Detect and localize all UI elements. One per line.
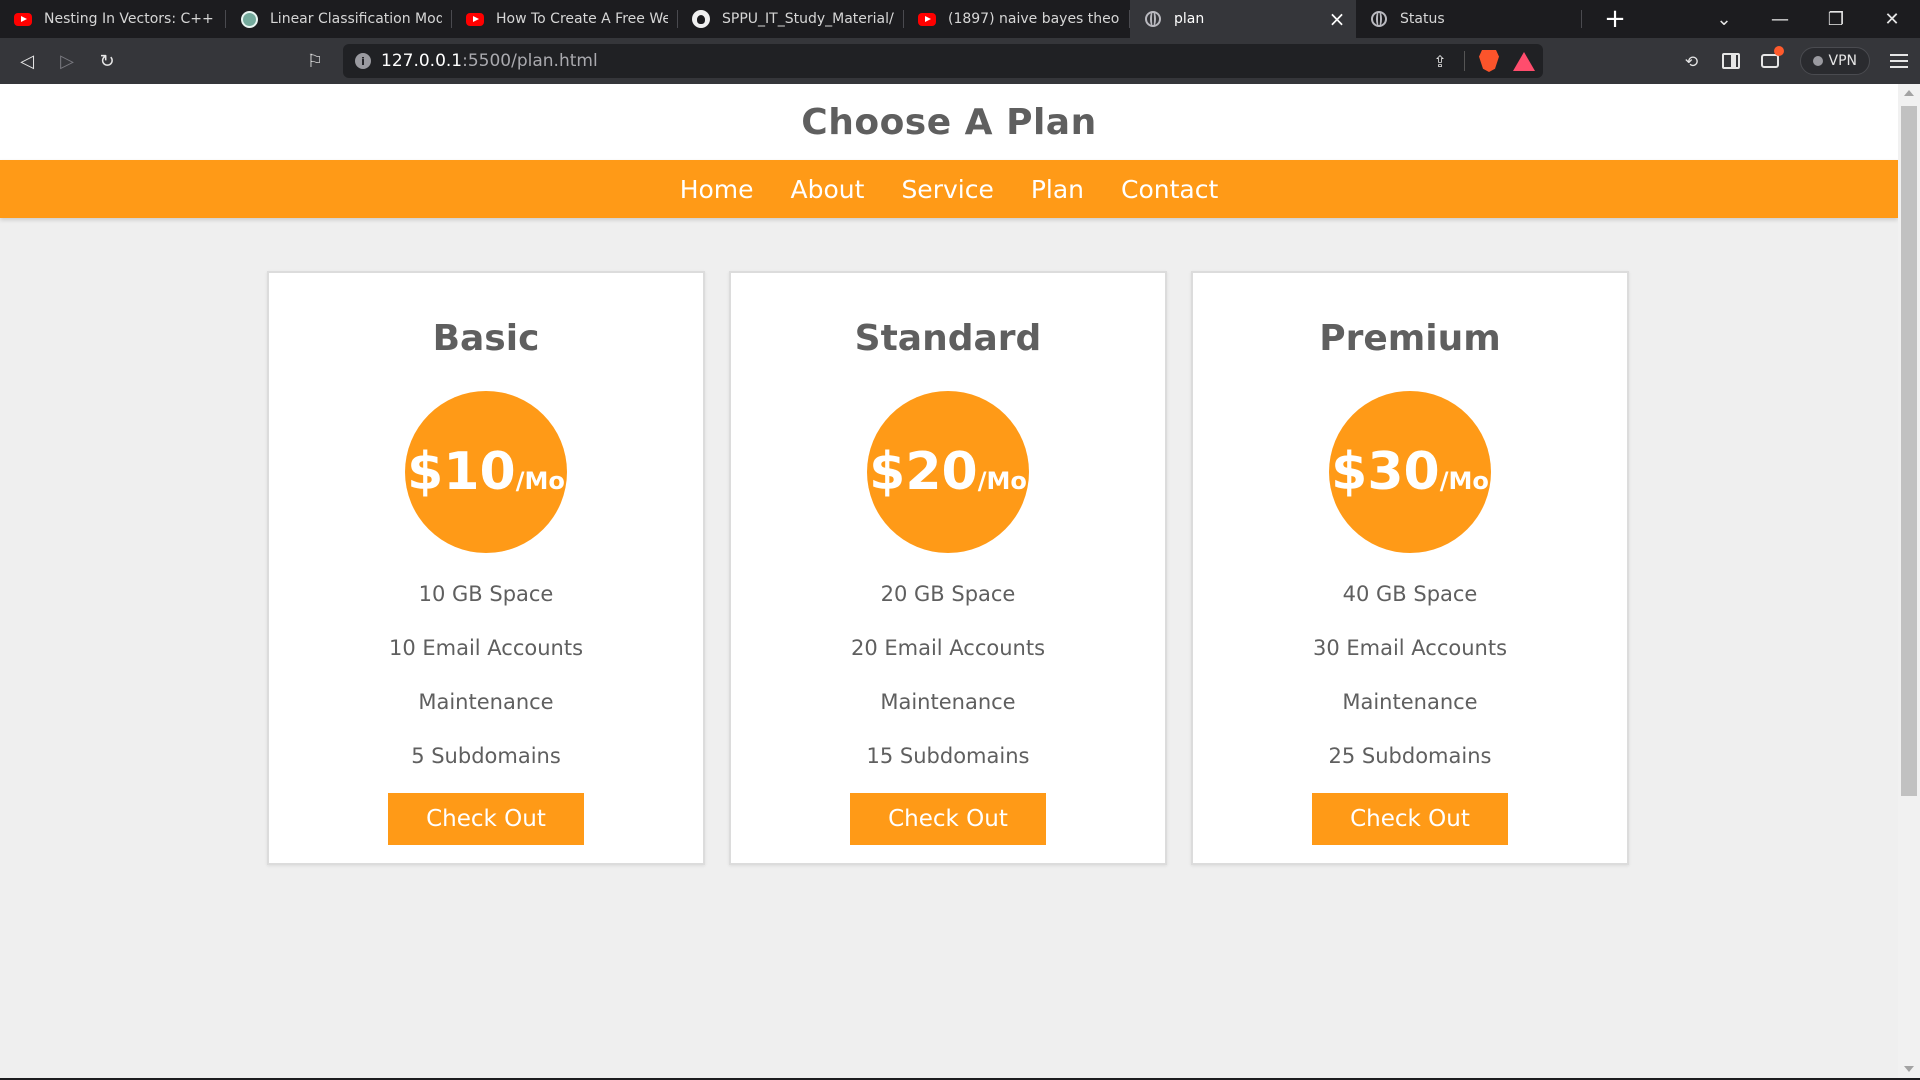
url-path: :5500/plan.html (462, 51, 598, 71)
sidebar-toggle-icon[interactable] (1721, 53, 1740, 69)
feature-item: 40 GB Space (1342, 582, 1478, 606)
price-unit: /Mo (1439, 467, 1489, 495)
price-badge: $20/Mo (867, 391, 1029, 553)
browser-tab[interactable]: Nesting In Vectors: C++ STL (0, 0, 226, 38)
menu-icon[interactable] (1890, 54, 1908, 68)
feature-item: Maintenance (1342, 690, 1478, 714)
feature-list: 20 GB Space 20 Email Accounts Maintenanc… (851, 567, 1045, 783)
bookmark-icon[interactable]: ⚐ (300, 46, 330, 76)
browser-tab[interactable]: Linear Classification Models (226, 0, 452, 38)
close-window-icon[interactable]: ✕ (1864, 0, 1920, 38)
page-viewport: Choose A Plan Home About Service Plan Co… (0, 84, 1898, 1078)
feature-list: 10 GB Space 10 Email Accounts Maintenanc… (389, 567, 583, 783)
page-title: Choose A Plan (801, 101, 1097, 143)
tab-title: Nesting In Vectors: C++ STL (44, 11, 216, 27)
browser-tab[interactable]: (1897) naive bayes theorem (904, 0, 1130, 38)
check-out-button[interactable]: Check Out (850, 793, 1046, 845)
check-out-button[interactable]: Check Out (388, 793, 584, 845)
leo-ai-icon[interactable]: ⟲ (1682, 51, 1702, 71)
share-icon[interactable]: ⇪ (1430, 51, 1450, 71)
site-info-icon[interactable]: i (355, 53, 371, 69)
scrollbar-thumb[interactable] (1901, 106, 1917, 796)
page-header: Choose A Plan (0, 84, 1898, 160)
feature-item: 20 GB Space (880, 582, 1016, 606)
new-tab-button[interactable]: + (1596, 0, 1634, 38)
reload-icon[interactable]: ↻ (92, 46, 122, 76)
browser-tab[interactable]: Status (1356, 0, 1582, 38)
plan-name: Standard (854, 318, 1042, 359)
vpn-button[interactable]: VPN (1799, 47, 1870, 75)
forward-icon[interactable]: ▷ (52, 46, 82, 76)
feature-item: 25 Subdomains (1328, 744, 1492, 768)
feature-item: 15 Subdomains (866, 744, 1030, 768)
price-unit: /Mo (515, 467, 565, 495)
plan-name: Basic (432, 318, 540, 359)
feature-item: 5 Subdomains (411, 744, 561, 768)
plan-card-standard: Standard $20/Mo 20 GB Space 20 Email Acc… (729, 271, 1167, 865)
feature-list: 40 GB Space 30 Email Accounts Maintenanc… (1313, 567, 1507, 783)
nav-link-plan[interactable]: Plan (1031, 175, 1084, 204)
tab-title: How To Create A Free Website (496, 11, 668, 27)
nav-link-service[interactable]: Service (901, 175, 993, 204)
notification-dot (1773, 46, 1784, 56)
check-out-button[interactable]: Check Out (1312, 793, 1508, 845)
tab-title: Linear Classification Models (270, 11, 442, 27)
globe-icon (1370, 10, 1388, 28)
vpn-status-icon (1812, 56, 1823, 66)
tab-list-chevron-icon[interactable]: ⌄ (1696, 0, 1752, 38)
price-badge: $30/Mo (1329, 391, 1491, 553)
browser-tab[interactable]: SPPU_IT_Study_Material/TE (678, 0, 904, 38)
browser-tab-strip: Nesting In Vectors: C++ STL Linear Class… (0, 0, 1920, 38)
feature-item: Maintenance (880, 690, 1016, 714)
close-tab-icon[interactable]: × (1328, 7, 1346, 31)
plan-card-premium: Premium $30/Mo 40 GB Space 30 Email Acco… (1191, 271, 1629, 865)
tab-title: (1897) naive bayes theorem (948, 11, 1120, 27)
github-icon (692, 10, 710, 28)
feature-item: 10 GB Space (418, 582, 554, 606)
back-icon[interactable]: ◁ (12, 46, 42, 76)
plan-card-basic: Basic $10/Mo 10 GB Space 10 Email Accoun… (267, 271, 705, 865)
nav-link-about[interactable]: About (791, 175, 865, 204)
scroll-up-arrow-icon[interactable] (1904, 90, 1914, 96)
toolbar-right-icons: ⟲ VPN (1682, 46, 1908, 76)
vpn-label: VPN (1828, 53, 1858, 69)
feature-item: 10 Email Accounts (388, 636, 584, 660)
youtube-icon (14, 10, 32, 28)
wallet-icon[interactable] (1760, 46, 1784, 71)
youtube-icon (918, 10, 936, 28)
browser-toolbar: ◁ ▷ ↻ ⚐ i 127.0.0.1:5500/plan.html ⇪ ⟲ V… (0, 38, 1920, 84)
pricing-plans: Basic $10/Mo 10 GB Space 10 Email Accoun… (267, 271, 1631, 865)
brave-shields-icon[interactable] (1479, 50, 1499, 72)
chatgpt-icon (240, 10, 258, 28)
browser-tab-active[interactable]: plan × (1130, 0, 1356, 38)
feature-item: Maintenance (418, 690, 554, 714)
youtube-icon (466, 10, 484, 28)
price-amount: $30 (1331, 442, 1440, 502)
feature-item: 20 Email Accounts (850, 636, 1046, 660)
main-nav: Home About Service Plan Contact (0, 160, 1898, 218)
browser-tab[interactable]: How To Create A Free Website (452, 0, 678, 38)
address-bar[interactable]: i 127.0.0.1:5500/plan.html ⇪ (343, 44, 1543, 78)
nav-link-home[interactable]: Home (680, 175, 754, 204)
globe-icon (1144, 10, 1162, 28)
brave-rewards-icon[interactable] (1513, 51, 1535, 71)
tab-title: SPPU_IT_Study_Material/TE (722, 11, 894, 27)
scroll-down-arrow-icon[interactable] (1904, 1066, 1914, 1072)
page-scrollbar[interactable] (1898, 84, 1920, 1078)
minimize-icon[interactable]: — (1752, 0, 1808, 38)
address-bar-actions: ⇪ (1430, 44, 1535, 78)
nav-link-contact[interactable]: Contact (1121, 175, 1218, 204)
price-amount: $20 (869, 442, 978, 502)
feature-item: 30 Email Accounts (1312, 636, 1508, 660)
tab-title: plan (1174, 11, 1205, 27)
plan-name: Premium (1319, 318, 1501, 359)
tab-title: Status (1400, 11, 1445, 27)
price-badge: $10/Mo (405, 391, 567, 553)
divider (1464, 51, 1465, 71)
restore-icon[interactable]: ❐ (1808, 0, 1864, 38)
window-controls: ⌄ — ❐ ✕ (1696, 0, 1920, 38)
url-host: 127.0.0.1 (381, 51, 463, 71)
price-amount: $10 (407, 442, 516, 502)
price-unit: /Mo (977, 467, 1027, 495)
